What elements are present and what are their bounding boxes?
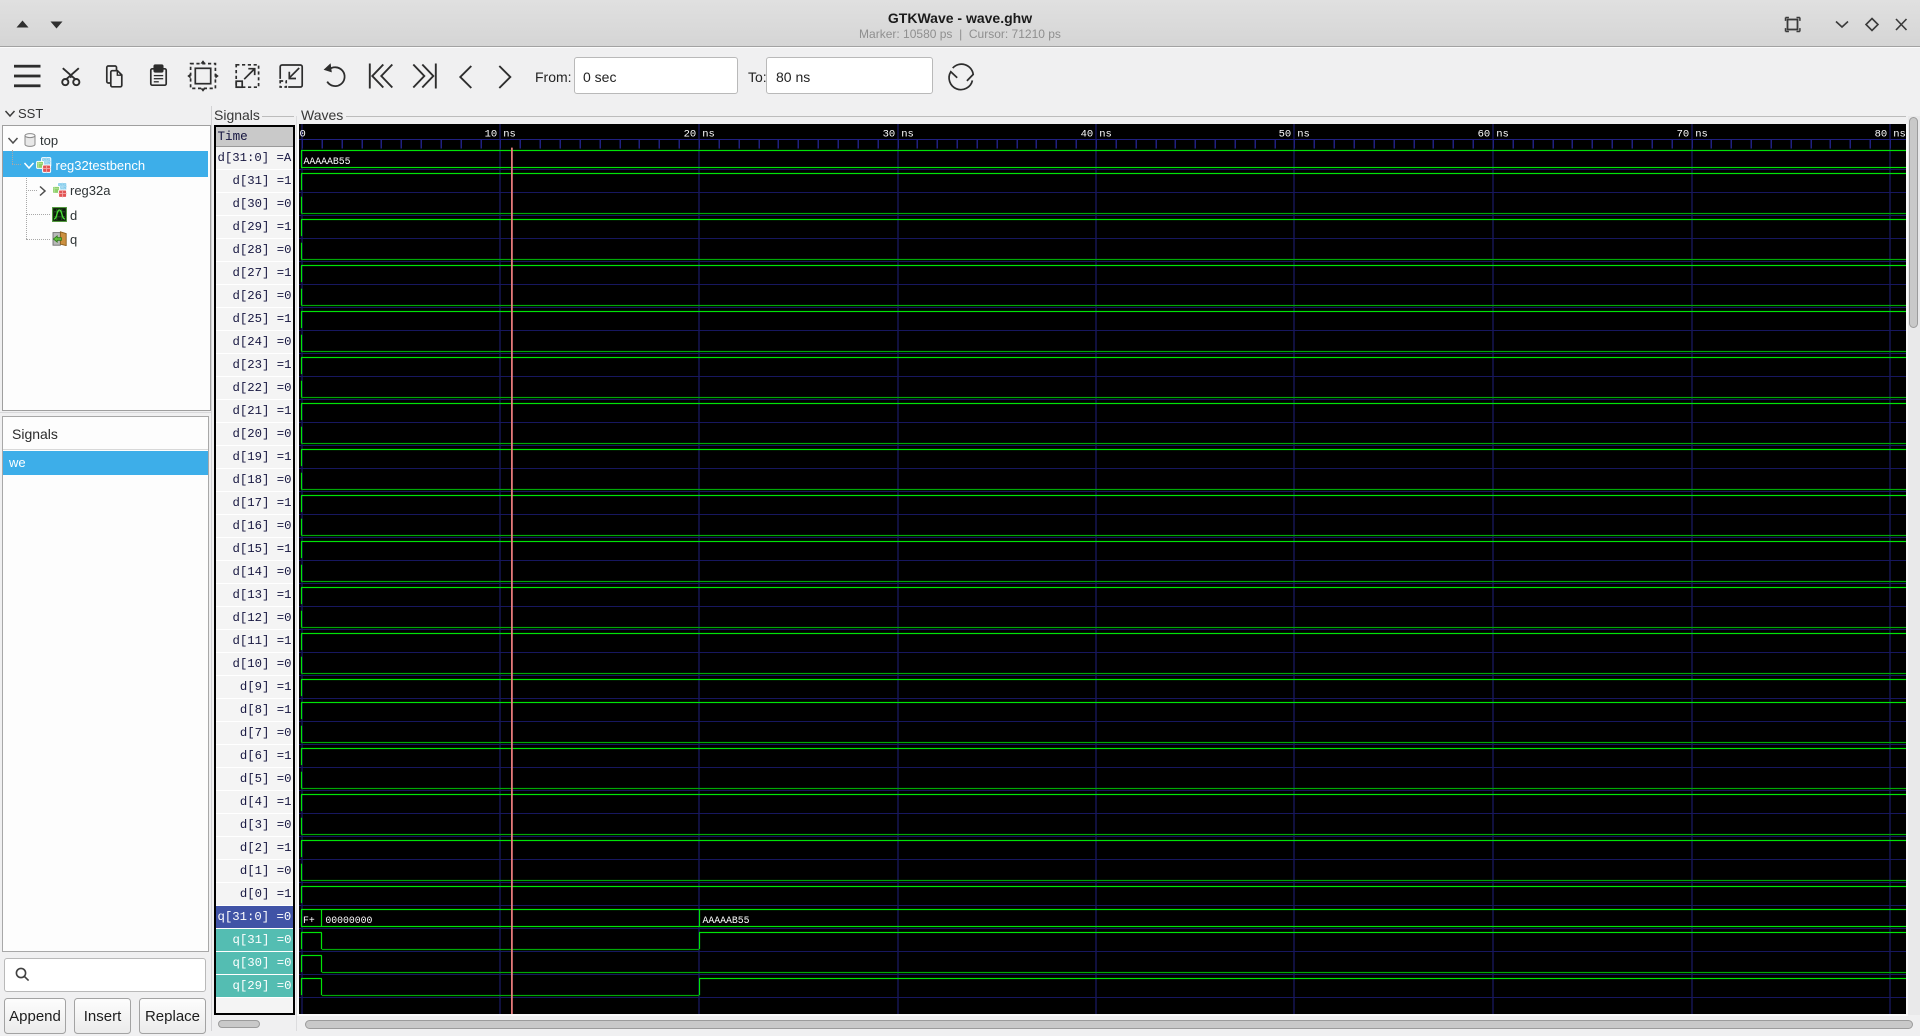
svg-text:60: 60 [1478,129,1491,141]
svg-text:40: 40 [1081,129,1094,141]
svg-text:80: 80 [1875,129,1888,141]
svg-text:ns: ns [1695,129,1708,141]
svg-text:00000000: 00000000 [325,915,372,926]
svg-text:ns: ns [503,129,516,141]
svg-text:10: 10 [485,129,498,141]
svg-text:0: 0 [300,129,306,141]
svg-text:30: 30 [883,129,896,141]
svg-text:ns: ns [1297,129,1310,141]
svg-text:ns: ns [1496,129,1509,141]
svg-text:50: 50 [1279,129,1292,141]
svg-text:AAAAAB55: AAAAAB55 [703,915,750,926]
svg-text:ns: ns [1099,129,1112,141]
svg-text:20: 20 [684,129,697,141]
svg-text:ns: ns [702,129,715,141]
svg-text:ns: ns [901,129,914,141]
svg-text:F+: F+ [303,915,315,926]
svg-text:AAAAAB55: AAAAAB55 [304,156,351,167]
svg-text:ns: ns [1893,129,1906,141]
svg-text:70: 70 [1677,129,1690,141]
